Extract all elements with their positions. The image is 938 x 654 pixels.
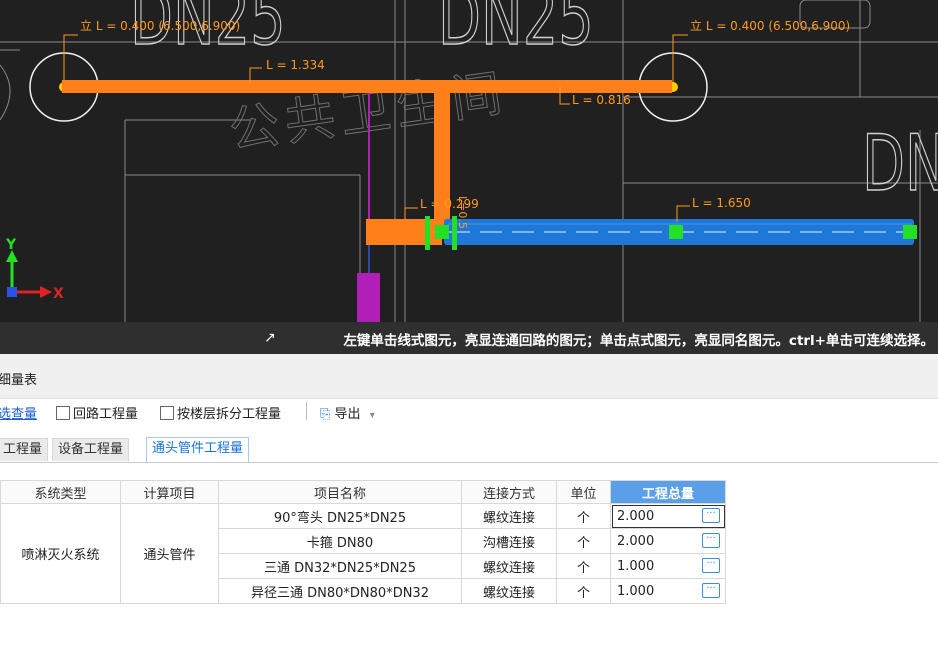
cell-total-qty[interactable]: 2.000 ··· xyxy=(610,528,726,554)
big-label-dn-right: DN xyxy=(862,118,938,209)
label-vertical-right: 立 L = 0.400 (6.500,6.900) xyxy=(690,18,850,33)
select-query-link[interactable]: 选查量 xyxy=(0,403,37,422)
cell-item-name: 卡箍 DN80 xyxy=(218,528,462,554)
big-label-dn25-mid: DN25 xyxy=(438,0,594,62)
tab-strip: 工程量 设备工程量 通头管件工程量 xyxy=(0,436,938,463)
label-vertical-left: 立 L = 0.400 (6.500,6.900) xyxy=(80,18,240,33)
header-calc-item[interactable]: 计算项目 xyxy=(120,480,219,504)
by-floor-checkbox[interactable]: 按楼层拆分工程量 xyxy=(160,403,281,422)
quantity-panel: 细量表 选查量 回路工程量 按楼层拆分工程量 ⎘ 导出 ▾ 工程量 设备工程量 … xyxy=(0,354,938,654)
cell-calc-item: 通头管件 xyxy=(120,503,219,604)
caret-down-icon[interactable]: ▾ xyxy=(370,410,375,421)
total-qty-value: 1.000 xyxy=(617,583,655,599)
status-bar: ↗ 左键单击线式图元，亮显连通回路的图元；单击点式图元，亮显同名图元。ctrl+… xyxy=(0,322,938,354)
cell-total-qty[interactable]: 2.000 ··· xyxy=(610,503,726,529)
more-options-button[interactable]: ··· xyxy=(702,508,720,523)
header-item-name[interactable]: 项目名称 xyxy=(218,480,462,504)
cell-unit: 个 xyxy=(556,578,611,604)
cell-item-name: 异径三通 DN80*DN80*DN32 xyxy=(218,578,462,604)
cell-item-name: 三通 DN32*DN25*DN25 xyxy=(218,553,462,579)
more-options-button[interactable]: ··· xyxy=(702,583,720,598)
cell-connection: 螺纹连接 xyxy=(461,503,557,529)
checkbox-box[interactable] xyxy=(56,406,70,420)
tab-equipment-quantity[interactable]: 设备工程量 xyxy=(52,438,130,461)
status-hint-text: 左键单击线式图元，亮显连通回路的图元；单击点式图元，亮显同名图元。ctrl+单击… xyxy=(343,333,934,349)
header-unit[interactable]: 单位 xyxy=(556,480,611,504)
cell-unit: 个 xyxy=(556,503,611,529)
label-seg-blue: L = 1.650 xyxy=(692,196,751,210)
toolbar-divider xyxy=(306,402,307,420)
more-options-button[interactable]: ··· xyxy=(702,533,720,548)
cell-total-qty[interactable]: 1.000 ··· xyxy=(610,553,726,579)
cursor-link-icon: ↗ xyxy=(264,330,276,346)
header-total-qty[interactable]: 工程总量 xyxy=(610,480,726,504)
loop-qty-checkbox[interactable]: 回路工程量 xyxy=(56,403,138,422)
table-row[interactable]: 喷淋灭火系统 通头管件 90°弯头 DN25*DN25 螺纹连接 个 2.000… xyxy=(0,503,726,604)
tab-fitting-quantity[interactable]: 通头管件工程量 xyxy=(146,437,250,462)
cell-connection: 螺纹连接 xyxy=(461,578,557,604)
checkbox-box[interactable] xyxy=(160,406,174,420)
more-options-button[interactable]: ··· xyxy=(702,558,720,573)
label-seg-top: L = 1.334 xyxy=(266,58,325,72)
cell-unit: 个 xyxy=(556,553,611,579)
tab-quantity[interactable]: 工程量 xyxy=(0,438,49,461)
cad-drawing[interactable]: 公共卫生间 DN25 DN25 DN xyxy=(0,0,938,354)
export-button[interactable]: ⎘ 导出 ▾ xyxy=(320,403,375,422)
total-qty-value: 1.000 xyxy=(617,558,655,574)
axis-x-label: X xyxy=(53,286,64,302)
quantity-table: 系统类型 计算项目 项目名称 连接方式 单位 工程总量 喷淋灭火系统 通头管件 … xyxy=(0,480,726,604)
panel-header: 细量表 xyxy=(0,354,938,399)
axis-y-label: Y xyxy=(5,237,17,253)
cell-item-name: 90°弯头 DN25*DN25 xyxy=(218,503,462,529)
total-qty-value: 2.000 xyxy=(617,508,655,524)
cell-unit: 个 xyxy=(556,528,611,554)
cad-canvas[interactable]: 公共卫生间 DN25 DN25 DN xyxy=(0,0,938,354)
label-seg-mid: L = 0.816 xyxy=(572,93,631,107)
loop-qty-label: 回路工程量 xyxy=(73,407,139,422)
header-connection[interactable]: 连接方式 xyxy=(461,480,557,504)
cell-system-type: 喷淋灭火系统 xyxy=(0,503,121,604)
panel-toolbar: 选查量 回路工程量 按楼层拆分工程量 ⎘ 导出 ▾ xyxy=(0,402,938,424)
cell-connection: 螺纹连接 xyxy=(461,553,557,579)
panel-title: 细量表 xyxy=(0,373,38,388)
by-floor-label: 按楼层拆分工程量 xyxy=(177,407,282,422)
cell-total-qty[interactable]: 1.000 ··· xyxy=(610,578,726,604)
table-header-row: 系统类型 计算项目 项目名称 连接方式 单位 工程总量 xyxy=(0,480,726,504)
riser-block[interactable] xyxy=(357,273,380,322)
export-icon: ⎘ xyxy=(320,407,331,422)
ucs-axis-icon: Y X xyxy=(5,237,64,302)
export-label: 导出 xyxy=(334,407,361,422)
label-seg-vertical: L=0.5 xyxy=(456,196,469,229)
cell-connection: 沟槽连接 xyxy=(461,528,557,554)
total-qty-value: 2.000 xyxy=(617,533,655,549)
header-system-type[interactable]: 系统类型 xyxy=(0,480,121,504)
